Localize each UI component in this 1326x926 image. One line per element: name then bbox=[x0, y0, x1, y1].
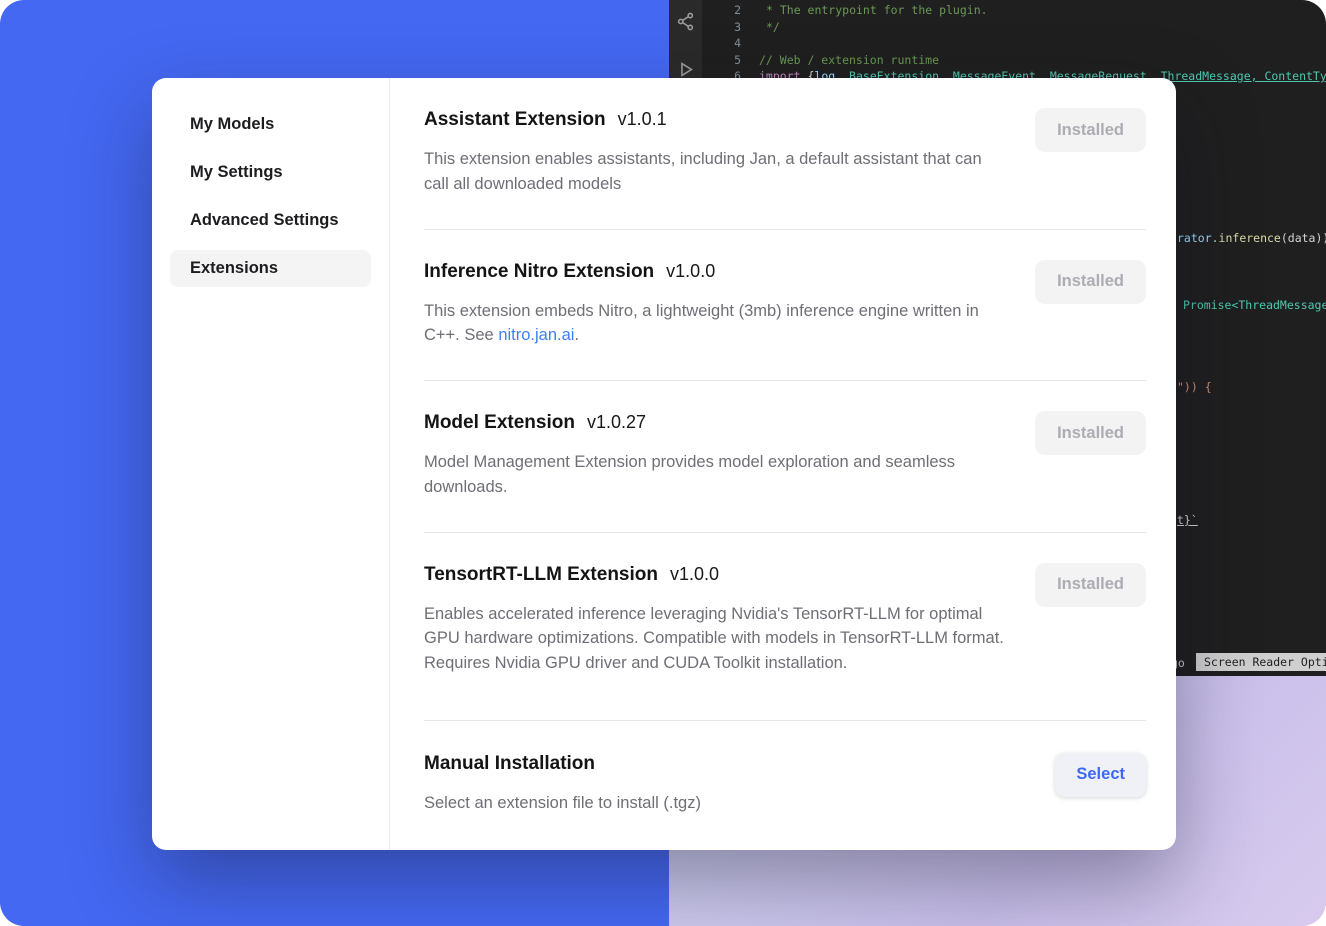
extensions-panel: Assistant Extension v1.0.1 This extension… bbox=[390, 78, 1176, 850]
extension-row-model: Model Extension v1.0.27 Model Management … bbox=[424, 381, 1146, 533]
extension-description: This extension enables assistants, inclu… bbox=[424, 147, 1010, 197]
editor-code: * The entrypoint for the plugin. */ // W… bbox=[759, 2, 1326, 85]
extension-title: Model Extension v1.0.27 bbox=[424, 409, 1010, 436]
extension-title: Inference Nitro Extension v1.0.0 bbox=[424, 258, 1010, 285]
line-number: 2 bbox=[711, 2, 741, 19]
extension-version: v1.0.1 bbox=[618, 109, 667, 129]
line-number: 3 bbox=[711, 19, 741, 36]
manual-installation-title: Manual Installation bbox=[424, 751, 701, 777]
code-fragment: t}` bbox=[1177, 512, 1198, 529]
code-comment: // Web / extension runtime bbox=[759, 53, 939, 67]
installed-button[interactable]: Installed bbox=[1035, 108, 1146, 152]
select-file-button[interactable]: Select bbox=[1055, 753, 1146, 797]
code-fragment: ")) { bbox=[1177, 379, 1212, 396]
git-fork-icon[interactable] bbox=[676, 12, 695, 31]
extension-version: v1.0.27 bbox=[587, 412, 646, 432]
installed-button[interactable]: Installed bbox=[1035, 411, 1146, 455]
code-fragment: Promise<ThreadMessage> bbox=[1183, 297, 1326, 314]
extension-version: v1.0.0 bbox=[666, 261, 715, 281]
extension-description: This extension embeds Nitro, a lightweig… bbox=[424, 299, 1010, 349]
screen-reader-badge[interactable]: Screen Reader Optimize bbox=[1196, 653, 1326, 671]
extension-title: Assistant Extension v1.0.1 bbox=[424, 106, 1010, 133]
settings-sidebar: My Models My Settings Advanced Settings … bbox=[152, 78, 390, 850]
extension-name: TensortRT-LLM Extension bbox=[424, 564, 658, 585]
sidebar-item-my-settings[interactable]: My Settings bbox=[170, 154, 371, 191]
extension-row-nitro: Inference Nitro Extension v1.0.0 This ext… bbox=[424, 230, 1146, 382]
run-debug-icon[interactable] bbox=[676, 60, 695, 79]
line-number: 5 bbox=[711, 52, 741, 69]
code-fragment: rator.inference(data)); bbox=[1177, 230, 1326, 247]
settings-modal: My Models My Settings Advanced Settings … bbox=[152, 78, 1176, 850]
code-comment: * The entrypoint for the plugin. bbox=[766, 3, 988, 17]
manual-installation-description: Select an extension file to install (.tg… bbox=[424, 791, 701, 816]
extension-description: Enables accelerated inference leveraging… bbox=[424, 602, 1010, 676]
nitro-link[interactable]: nitro.jan.ai bbox=[498, 326, 574, 344]
extension-name: Model Extension bbox=[424, 412, 575, 433]
extension-name: Assistant Extension bbox=[424, 109, 606, 130]
line-number: 4 bbox=[711, 35, 741, 52]
extension-version: v1.0.0 bbox=[670, 564, 719, 584]
extension-row-assistant: Assistant Extension v1.0.1 This extension… bbox=[424, 78, 1146, 230]
manual-installation-row: Manual Installation Select an extension … bbox=[424, 721, 1146, 816]
screen: 2 3 4 5 6 * The entrypoint for the plugi… bbox=[0, 0, 1326, 926]
sidebar-item-advanced-settings[interactable]: Advanced Settings bbox=[170, 202, 371, 239]
extension-name: Inference Nitro Extension bbox=[424, 261, 654, 282]
sidebar-item-my-models[interactable]: My Models bbox=[170, 106, 371, 143]
installed-button[interactable]: Installed bbox=[1035, 563, 1146, 607]
sidebar-item-extensions[interactable]: Extensions bbox=[170, 250, 371, 287]
editor-line-numbers: 2 3 4 5 6 bbox=[711, 2, 741, 85]
installed-button[interactable]: Installed bbox=[1035, 260, 1146, 304]
extension-row-tensorrt: TensortRT-LLM Extension v1.0.0 Enables ac… bbox=[424, 533, 1146, 721]
code-comment: */ bbox=[766, 20, 780, 34]
extension-description: Model Management Extension provides mode… bbox=[424, 450, 1010, 500]
extension-title: TensortRT-LLM Extension v1.0.0 bbox=[424, 561, 1010, 588]
